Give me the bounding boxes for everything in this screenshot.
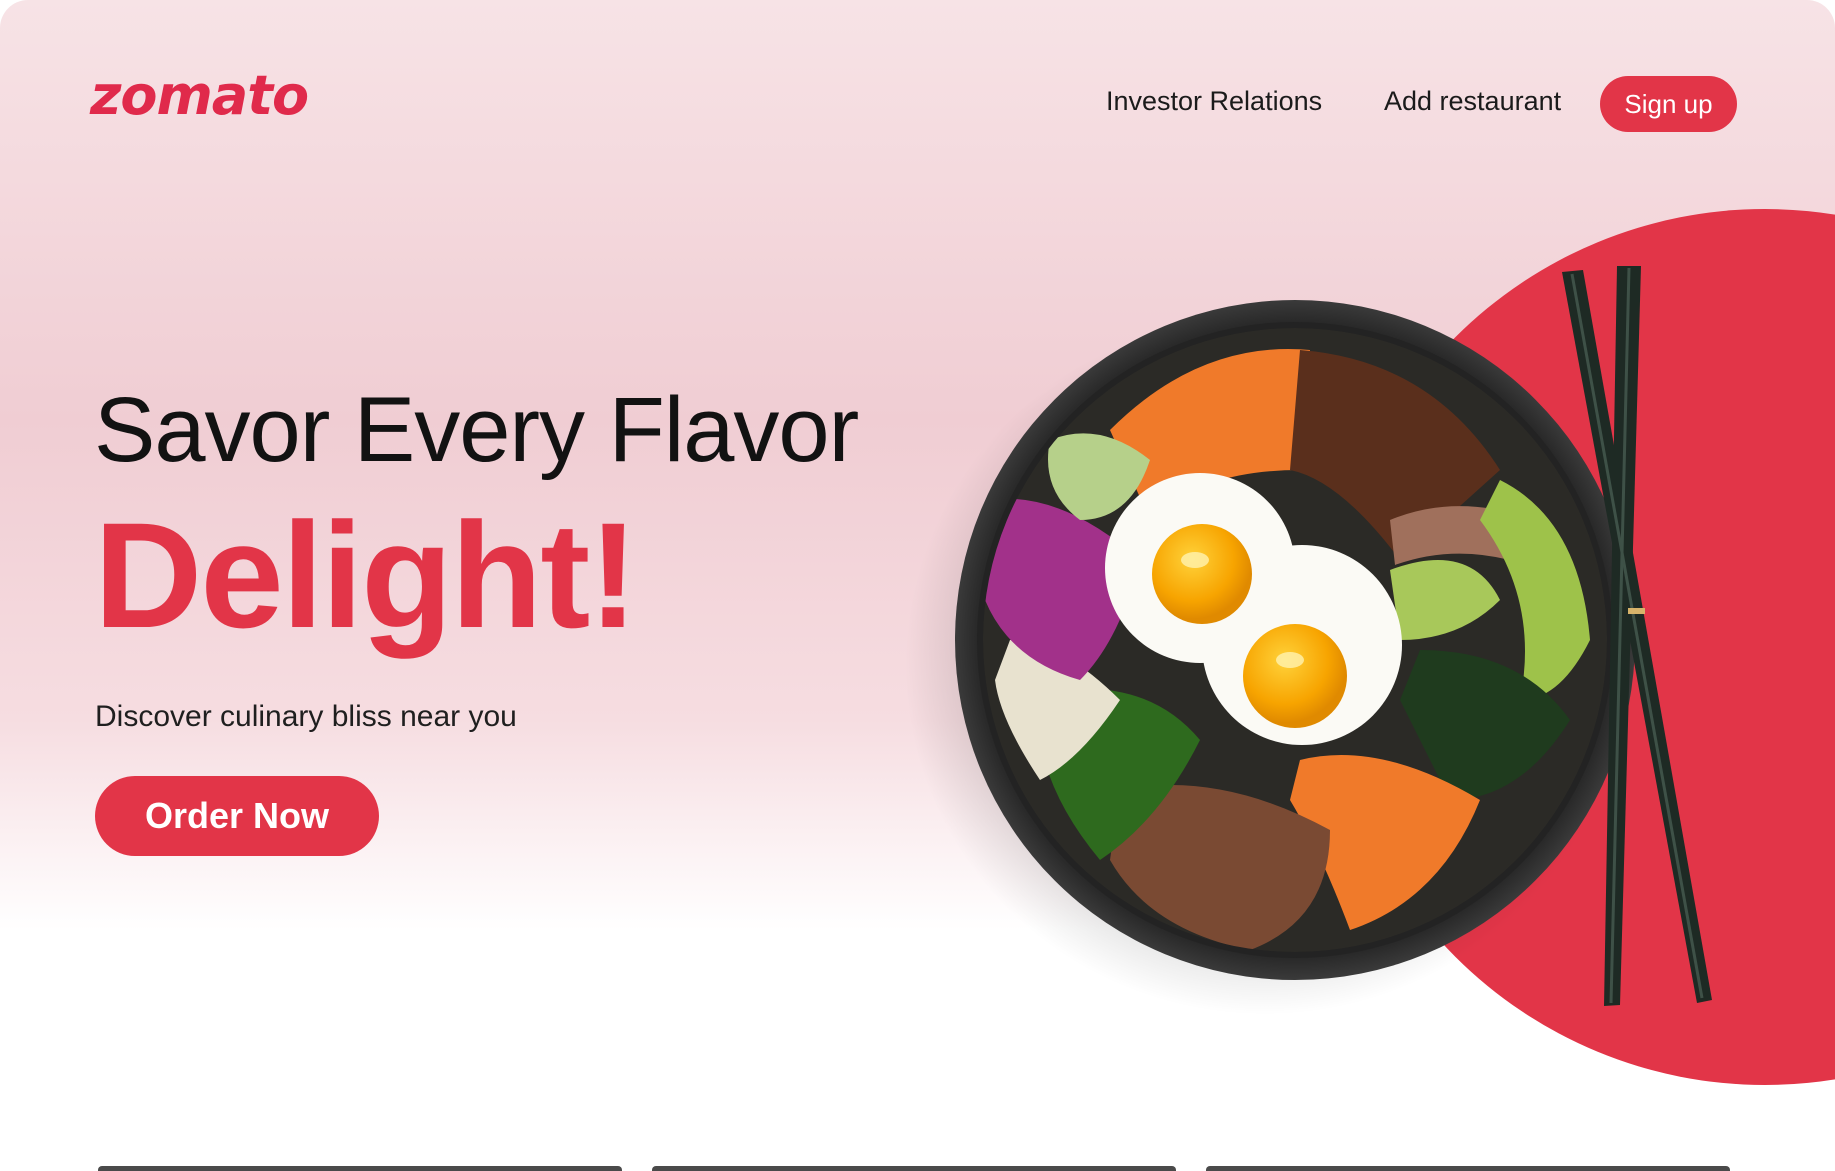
hero-tagline: Discover culinary bliss near you: [95, 700, 517, 733]
hero-highlight: Delight!: [94, 491, 638, 659]
landing-page: zomato Investor Relations Add restaurant…: [0, 0, 1835, 1171]
nav-investor-relations[interactable]: Investor Relations: [1106, 86, 1322, 117]
order-now-button[interactable]: Order Now: [95, 776, 379, 856]
bowl-contents: [983, 328, 1607, 952]
sign-up-button[interactable]: Sign up: [1600, 76, 1737, 132]
hero-headline: Savor Every Flavor: [94, 379, 859, 481]
zomato-logo[interactable]: zomato: [90, 64, 309, 127]
card-preview[interactable]: [98, 1166, 622, 1171]
nav-add-restaurant[interactable]: Add restaurant: [1384, 86, 1561, 117]
card-preview[interactable]: [652, 1166, 1176, 1171]
card-preview[interactable]: [1206, 1166, 1730, 1171]
